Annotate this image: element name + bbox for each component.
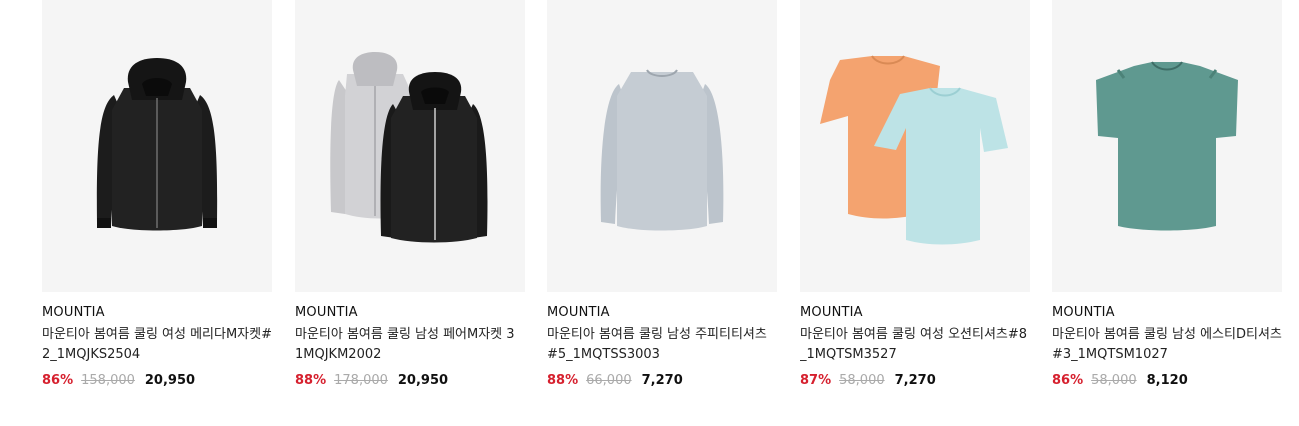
discount-rate: 88% bbox=[547, 373, 579, 388]
product-card[interactable]: MOUNTIA 마운티아 봄여름 쿨링 남성 페어M자켓 3 1MQJKM200… bbox=[295, 0, 525, 388]
product-card[interactable]: MOUNTIA 마운티아 봄여름 쿨링 남성 에스티D티셔츠#3_1MQTSM1… bbox=[1052, 0, 1282, 388]
original-price: 178,000 bbox=[334, 373, 388, 388]
product-name[interactable]: 마운티아 봄여름 쿨링 여성 오션티셔츠#8_1MQTSM3527 bbox=[800, 325, 1030, 365]
price-row: 88% 178,000 20,950 bbox=[295, 373, 525, 388]
product-brand: MOUNTIA bbox=[42, 305, 105, 320]
product-image-orange-and-mint-tees[interactable] bbox=[800, 0, 1030, 292]
sale-price: 20,950 bbox=[144, 373, 196, 388]
price-row: 88% 66,000 7,270 bbox=[547, 373, 777, 388]
price-row: 86% 158,000 20,950 bbox=[42, 373, 272, 388]
product-name[interactable]: 마운티아 봄여름 쿨링 여성 메리다M자켓#2_1MQJKS2504 bbox=[42, 325, 272, 365]
sale-price: 20,950 bbox=[397, 373, 449, 388]
discount-rate: 87% bbox=[800, 373, 832, 388]
product-brand: MOUNTIA bbox=[295, 305, 358, 320]
product-grid: MOUNTIA 마운티아 봄여름 쿨링 여성 메리다M자켓#2_1MQJKS25… bbox=[0, 0, 1299, 426]
product-brand: MOUNTIA bbox=[800, 305, 863, 320]
sale-price: 8,120 bbox=[1146, 373, 1188, 388]
original-price: 158,000 bbox=[81, 373, 135, 388]
product-name[interactable]: 마운티아 봄여름 쿨링 남성 에스티D티셔츠#3_1MQTSM1027 bbox=[1052, 325, 1282, 365]
product-image-black-hooded-jacket[interactable] bbox=[42, 0, 272, 292]
discount-rate: 88% bbox=[295, 373, 327, 388]
product-card[interactable]: MOUNTIA 마운티아 봄여름 쿨링 여성 오션티셔츠#8_1MQTSM352… bbox=[800, 0, 1030, 388]
original-price: 58,000 bbox=[839, 373, 885, 388]
original-price: 66,000 bbox=[586, 373, 632, 388]
product-name[interactable]: 마운티아 봄여름 쿨링 남성 주피티티셔츠#5_1MQTSS3003 bbox=[547, 325, 777, 365]
discount-rate: 86% bbox=[42, 373, 74, 388]
product-name[interactable]: 마운티아 봄여름 쿨링 남성 페어M자켓 3 1MQJKM2002 bbox=[295, 325, 525, 365]
sale-price: 7,270 bbox=[641, 373, 683, 388]
product-brand: MOUNTIA bbox=[547, 305, 610, 320]
original-price: 58,000 bbox=[1091, 373, 1137, 388]
price-row: 87% 58,000 7,270 bbox=[800, 373, 1030, 388]
product-card[interactable]: MOUNTIA 마운티아 봄여름 쿨링 여성 메리다M자켓#2_1MQJKS25… bbox=[42, 0, 272, 388]
product-card[interactable]: MOUNTIA 마운티아 봄여름 쿨링 남성 주피티티셔츠#5_1MQTSS30… bbox=[547, 0, 777, 388]
price-row: 86% 58,000 8,120 bbox=[1052, 373, 1282, 388]
product-image-teal-heather-tee[interactable] bbox=[1052, 0, 1282, 292]
product-image-gray-and-black-hooded-jackets[interactable] bbox=[295, 0, 525, 292]
product-image-light-blue-long-sleeve-tee[interactable] bbox=[547, 0, 777, 292]
sale-price: 7,270 bbox=[894, 373, 936, 388]
product-brand: MOUNTIA bbox=[1052, 305, 1115, 320]
discount-rate: 86% bbox=[1052, 373, 1084, 388]
